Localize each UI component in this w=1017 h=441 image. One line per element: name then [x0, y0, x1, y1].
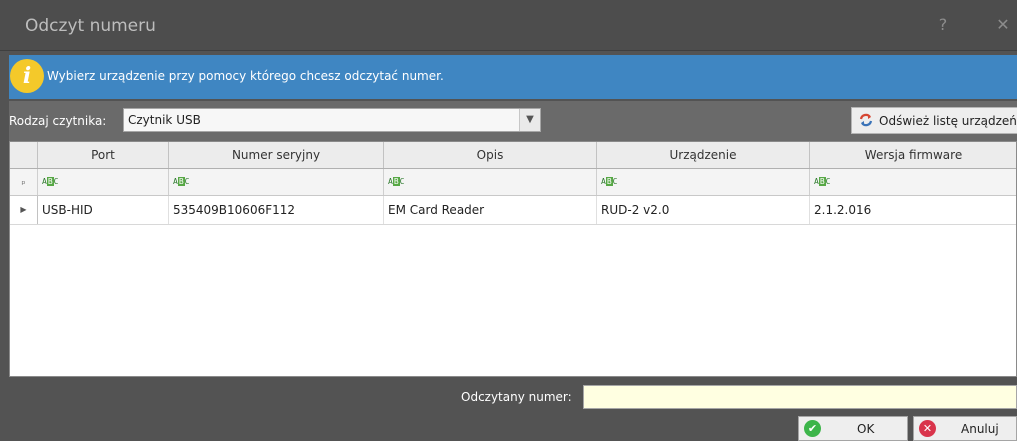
refresh-devices-label: Odśwież listę urządzeń: [879, 114, 1017, 128]
ok-button-label: OK: [857, 422, 875, 436]
info-bar: i Wybierz urządzenie przy pomocy którego…: [9, 55, 1017, 99]
table-row[interactable]: ▶ USB-HID 535409B10606F112 EM Card Reade…: [10, 196, 1016, 225]
row-indicator-icon: ▶: [10, 196, 38, 224]
dialog-window: Odczyt numeru ? ✕ i Wybierz urządzenie p…: [0, 0, 1017, 441]
abc-filter-icon: ABC: [601, 177, 618, 186]
filter-port[interactable]: ABC: [38, 169, 169, 195]
cell-port[interactable]: USB-HID: [38, 196, 169, 224]
close-button[interactable]: ✕: [989, 12, 1017, 38]
grid-header: Port Numer seryjny Opis Urządzenie Wersj…: [10, 142, 1016, 169]
devices-grid: Port Numer seryjny Opis Urządzenie Wersj…: [9, 141, 1017, 377]
info-message: Wybierz urządzenie przy pomocy którego c…: [47, 69, 444, 83]
filter-serial[interactable]: ABC: [169, 169, 384, 195]
column-header-serial[interactable]: Numer seryjny: [169, 142, 384, 168]
column-header-firmware[interactable]: Wersja firmware: [810, 142, 1016, 168]
refresh-icon-svg: [859, 113, 873, 127]
cancel-button[interactable]: ✕ Anuluj: [913, 416, 1017, 441]
filter-pin-icon: ₚ: [10, 169, 38, 195]
column-header-device[interactable]: Urządzenie: [597, 142, 810, 168]
filter-device[interactable]: ABC: [597, 169, 810, 195]
abc-filter-icon: ABC: [42, 177, 59, 186]
column-header-description[interactable]: Opis: [384, 142, 597, 168]
cell-serial[interactable]: 535409B10606F112: [169, 196, 384, 224]
title-bar[interactable]: Odczyt numeru ? ✕: [0, 0, 1017, 51]
abc-filter-icon: ABC: [814, 177, 831, 186]
cancel-button-label: Anuluj: [961, 422, 999, 436]
column-header-port[interactable]: Port: [38, 142, 169, 168]
cell-device[interactable]: RUD-2 v2.0: [597, 196, 810, 224]
read-number-label: Odczytany numer:: [461, 390, 572, 404]
abc-filter-icon: ABC: [388, 177, 405, 186]
chevron-down-icon[interactable]: ▼: [519, 109, 540, 131]
filter-row: ₚ ABC ABC ABC ABC ABC: [10, 169, 1016, 196]
checkmark-icon: ✔: [804, 420, 821, 437]
filter-firmware[interactable]: ABC: [810, 169, 1016, 195]
reader-type-value: Czytnik USB: [128, 113, 201, 127]
filter-description[interactable]: ABC: [384, 169, 597, 195]
cell-description[interactable]: EM Card Reader: [384, 196, 597, 224]
read-number-input[interactable]: [583, 385, 1017, 409]
reader-type-row: Rodzaj czytnika: Czytnik USB ▼ Odśwież l…: [9, 101, 1017, 141]
help-button[interactable]: ?: [929, 12, 957, 38]
dialog-title: Odczyt numeru: [25, 16, 156, 36]
reader-type-label: Rodzaj czytnika:: [9, 114, 107, 128]
reader-type-select[interactable]: Czytnik USB ▼: [123, 108, 541, 132]
abc-filter-icon: ABC: [173, 177, 190, 186]
header-indicator: [10, 142, 38, 168]
refresh-icon: [859, 113, 873, 127]
info-icon: i: [10, 59, 44, 93]
cell-firmware[interactable]: 2.1.2.016: [810, 196, 1016, 224]
refresh-devices-button[interactable]: Odśwież listę urządzeń: [851, 107, 1017, 134]
ok-button[interactable]: ✔ OK: [798, 416, 908, 441]
cancel-icon: ✕: [919, 420, 936, 437]
